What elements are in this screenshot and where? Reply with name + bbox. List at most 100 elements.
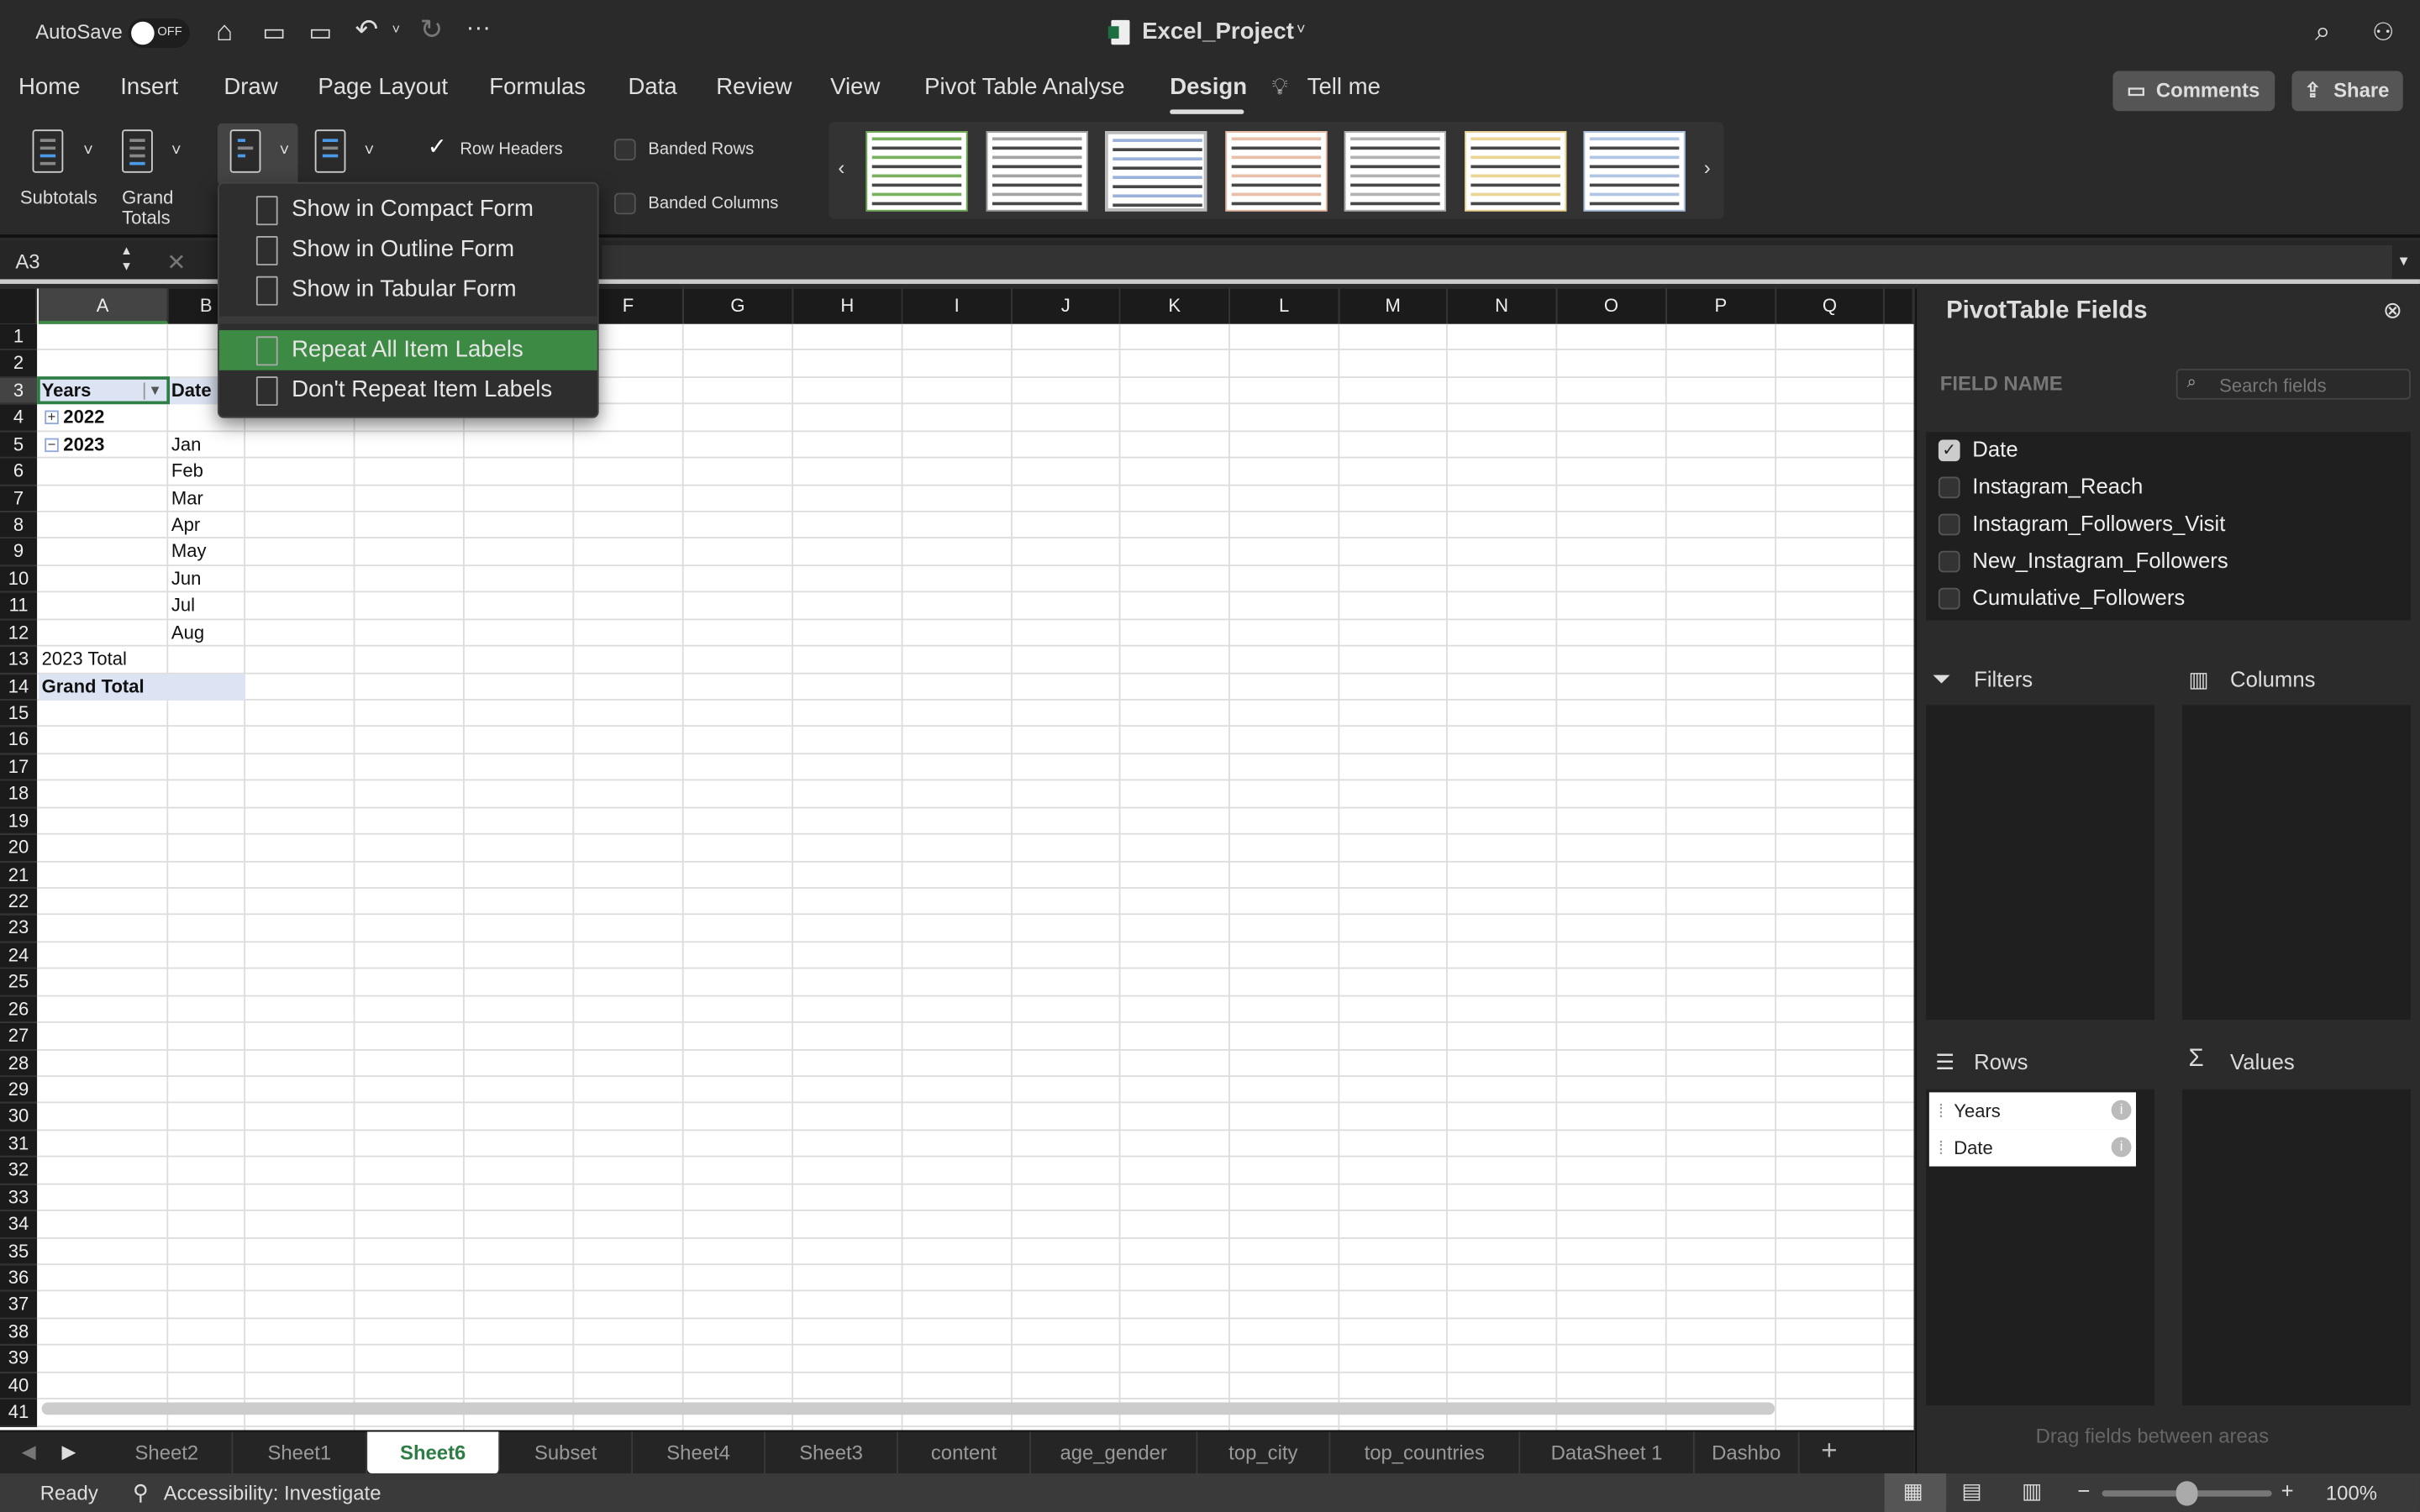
zoom-level[interactable]: 100%	[2326, 1481, 2377, 1504]
accessibility-icon[interactable]: ⚲	[133, 1479, 149, 1505]
menu-item-show-in-compact-form[interactable]: Show in Compact Form	[219, 190, 597, 230]
pivot-month[interactable]: Jul	[171, 593, 195, 619]
row-header-7[interactable]: 7	[0, 485, 38, 512]
field-checkbox[interactable]	[1938, 587, 1960, 610]
sheet-tab-age_gender[interactable]: age_gender	[1031, 1431, 1198, 1474]
row-header-14[interactable]: 14	[0, 673, 38, 701]
tab-formulas[interactable]: Formulas	[489, 74, 586, 100]
sheet-tab-sheet1[interactable]: Sheet1	[233, 1431, 368, 1474]
field-checkbox[interactable]	[1938, 550, 1960, 573]
pivot-month[interactable]: Apr	[171, 512, 200, 538]
rows-item-date[interactable]: ⁞ Date i	[1928, 1129, 2136, 1167]
title-chevron-icon[interactable]: ˅	[1297, 22, 1306, 39]
drag-handle-icon[interactable]: ⁞	[1939, 1092, 1944, 1129]
zoom-in-icon[interactable]: +	[2281, 1478, 2294, 1503]
pivot-month[interactable]: Aug	[171, 620, 204, 646]
sheet-tab-sheet3[interactable]: Sheet3	[765, 1431, 898, 1474]
pivot-style-3[interactable]	[1105, 131, 1207, 212]
row-header-4[interactable]: 4	[0, 404, 38, 432]
page-layout-view-icon[interactable]: ▤	[1961, 1478, 1981, 1504]
grand-totals-icon[interactable]	[122, 129, 153, 173]
row-header-15[interactable]: 15	[0, 700, 38, 727]
save-as-icon[interactable]: ▭	[308, 17, 332, 48]
values-area[interactable]	[2182, 1089, 2411, 1406]
column-header-J[interactable]: J	[1012, 288, 1121, 324]
tab-view[interactable]: View	[830, 74, 880, 100]
row-header-22[interactable]: 22	[0, 888, 38, 916]
report-layout-dropdown-icon[interactable]: ˅	[279, 142, 289, 160]
row-header-25[interactable]: 25	[0, 969, 38, 997]
sheet-tab-sheet4[interactable]: Sheet4	[633, 1431, 766, 1474]
gallery-prev-icon[interactable]: ‹	[838, 156, 844, 180]
accessibility-status[interactable]: Accessibility: Investigate	[164, 1481, 381, 1504]
pivot-grand-total[interactable]: Grand Total	[42, 674, 145, 700]
sheet-tab-sheet2[interactable]: Sheet2	[102, 1431, 234, 1474]
row-header-13[interactable]: 13	[0, 646, 38, 674]
banded-rows-checkbox[interactable]	[614, 139, 636, 161]
sheet-tab-content[interactable]: content	[898, 1431, 1031, 1474]
row-header-5[interactable]: 5	[0, 431, 38, 459]
row-header-37[interactable]: 37	[0, 1292, 38, 1320]
row-header-34[interactable]: 34	[0, 1211, 38, 1239]
redo-icon[interactable]: ↻	[420, 14, 444, 47]
formula-input[interactable]	[602, 245, 2392, 280]
menu-item-repeat-all-item-labels[interactable]: Repeat All Item Labels	[218, 330, 597, 370]
tab-design[interactable]: Design	[1170, 74, 1247, 100]
filters-area[interactable]	[1926, 705, 2155, 1021]
row-header-16[interactable]: 16	[0, 727, 38, 754]
add-sheet-icon[interactable]: +	[1821, 1435, 1837, 1467]
row-header-36[interactable]: 36	[0, 1265, 38, 1293]
tell-me-input[interactable]: Tell me	[1307, 74, 1381, 100]
page-break-view-icon[interactable]: ▥	[2022, 1478, 2042, 1504]
grand-totals-label[interactable]: Grand	[122, 186, 173, 208]
row-header-41[interactable]: 41	[0, 1399, 38, 1427]
sheet-tab-dashbo[interactable]: Dashbo	[1695, 1431, 1800, 1474]
home-icon[interactable]: ⌂	[216, 15, 233, 48]
row-header-8[interactable]: 8	[0, 512, 38, 539]
search-icon[interactable]: ⌕	[2315, 15, 2331, 48]
sheet-tab-top_city[interactable]: top_city	[1197, 1431, 1331, 1474]
row-header-6[interactable]: 6	[0, 458, 38, 486]
collapse-2023-icon[interactable]: −	[45, 437, 59, 452]
row-header-11[interactable]: 11	[0, 592, 38, 620]
row-header-35[interactable]: 35	[0, 1238, 38, 1266]
sheet-tab-subset[interactable]: Subset	[500, 1431, 634, 1474]
grand-totals-dropdown-icon[interactable]: ˅	[171, 142, 182, 160]
row-header-23[interactable]: 23	[0, 915, 38, 942]
next-sheet-icon[interactable]: ▶	[61, 1441, 76, 1462]
search-fields-input[interactable]: ⌕ Search fields	[2175, 368, 2411, 400]
field-checkbox[interactable]	[1938, 513, 1960, 536]
save-icon[interactable]: ▭	[262, 17, 286, 48]
field-checkbox[interactable]: ✓	[1938, 439, 1960, 462]
row-header-21[interactable]: 21	[0, 861, 38, 889]
years-filter-dropdown-icon[interactable]: ▼	[143, 382, 166, 400]
row-header-9[interactable]: 9	[0, 538, 38, 566]
row-header-31[interactable]: 31	[0, 1131, 38, 1158]
prev-sheet-icon[interactable]: ◀	[22, 1441, 36, 1462]
gallery-next-icon[interactable]: ›	[1704, 156, 1711, 180]
column-header-I[interactable]: I	[902, 288, 1013, 324]
row-header-38[interactable]: 38	[0, 1319, 38, 1347]
field-settings-icon[interactable]: i	[2111, 1100, 2132, 1121]
autosave-toggle[interactable]: OFF	[128, 18, 190, 48]
column-header-A[interactable]: A	[38, 288, 169, 324]
pivot-month[interactable]: May	[171, 539, 207, 565]
account-icon[interactable]: ⚇	[2372, 17, 2394, 48]
share-button[interactable]: Share ⇪	[2291, 71, 2403, 112]
select-all-button[interactable]	[0, 288, 38, 324]
pivot-style-6[interactable]	[1464, 131, 1566, 212]
zoom-slider[interactable]	[2102, 1481, 2272, 1506]
document-title[interactable]: Excel_Project	[1142, 18, 1294, 45]
name-box-stepper-icon[interactable]: ▲ ▼	[120, 244, 133, 275]
row-header-27[interactable]: 27	[0, 1023, 38, 1051]
sheet-tab-top_countries[interactable]: top_countries	[1330, 1431, 1521, 1474]
column-header-L[interactable]: L	[1229, 288, 1340, 324]
menu-item-don-t-repeat-item-labels[interactable]: Don't Repeat Item Labels	[219, 370, 597, 411]
comments-button[interactable]: Comments ▭	[2112, 71, 2275, 112]
sheet-tab-datasheet-1[interactable]: DataSheet 1	[1520, 1431, 1695, 1474]
row-headers-checkbox[interactable]: ✓	[428, 136, 450, 160]
normal-view-button[interactable]: ▦	[1884, 1473, 1947, 1512]
row-header-3[interactable]: 3	[0, 377, 38, 405]
row-header-10[interactable]: 10	[0, 565, 38, 593]
expand-2022-icon[interactable]: +	[45, 410, 59, 425]
